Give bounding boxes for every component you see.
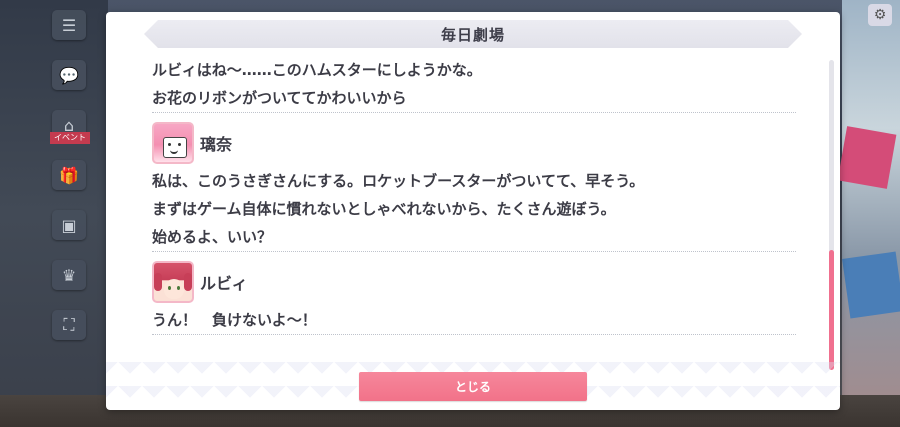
gear-icon[interactable]: ⚙ (868, 4, 892, 26)
fullscreen-icon[interactable]: ⛶ (52, 310, 86, 340)
gift-icon[interactable]: 🎁 (52, 160, 86, 190)
dialogue-line: ルビィはね～……このハムスターにしようかな。 (152, 61, 482, 79)
close-button[interactable]: とじる (359, 372, 587, 401)
dialogue-line: 始めるよ、いい？ (152, 223, 796, 252)
log-scrollbar-thumb[interactable] (829, 250, 834, 370)
speaker-name: ルビィ (200, 274, 248, 293)
dialogue-log[interactable]: ルビィはね～……このハムスターにしようかな。 お花のリボンがついててかわいいから… (152, 56, 796, 362)
menu-icon[interactable]: ☰ (52, 10, 86, 40)
speaker-header: ルビィ (152, 258, 796, 306)
log-scrollbar[interactable] (829, 60, 834, 370)
theater-log-dialog: 毎日劇場 ルビィはね～……このハムスターにしようかな。 お花のリボンがついててか… (106, 12, 840, 410)
background-right (842, 0, 900, 427)
chat-icon[interactable]: 💬 (52, 60, 86, 90)
background-sign-blue (842, 251, 900, 319)
dialogue-line: まずはゲーム自体に慣れないとしゃべれないから、たくさん遊ぼう。 (152, 200, 616, 218)
dialogue-line: 私は、このうさぎさんにする。ロケットブースターがついてて、早そう。 (152, 172, 645, 190)
dialog-title: 毎日劇場 (440, 25, 505, 44)
event-tag[interactable]: イベント (50, 132, 90, 144)
dialog-title-bar: 毎日劇場 (144, 20, 802, 48)
screen-icon[interactable]: ▣ (52, 210, 86, 240)
speaker-header: 璃奈 (152, 119, 796, 167)
avatar-ruby (152, 261, 194, 303)
left-menu: ☰ 💬 ⌂ 🎁 ▣ ♛ ⛶ (52, 8, 90, 418)
trophy-icon[interactable]: ♛ (52, 260, 86, 290)
background-sign-pink (837, 126, 897, 189)
avatar-rina (152, 122, 194, 164)
dialogue-line: うん！ 負けないよ～！ (152, 306, 796, 335)
dialogue-line: お花のリボンがついててかわいいから (152, 84, 796, 113)
speaker-name: 璃奈 (200, 135, 233, 154)
